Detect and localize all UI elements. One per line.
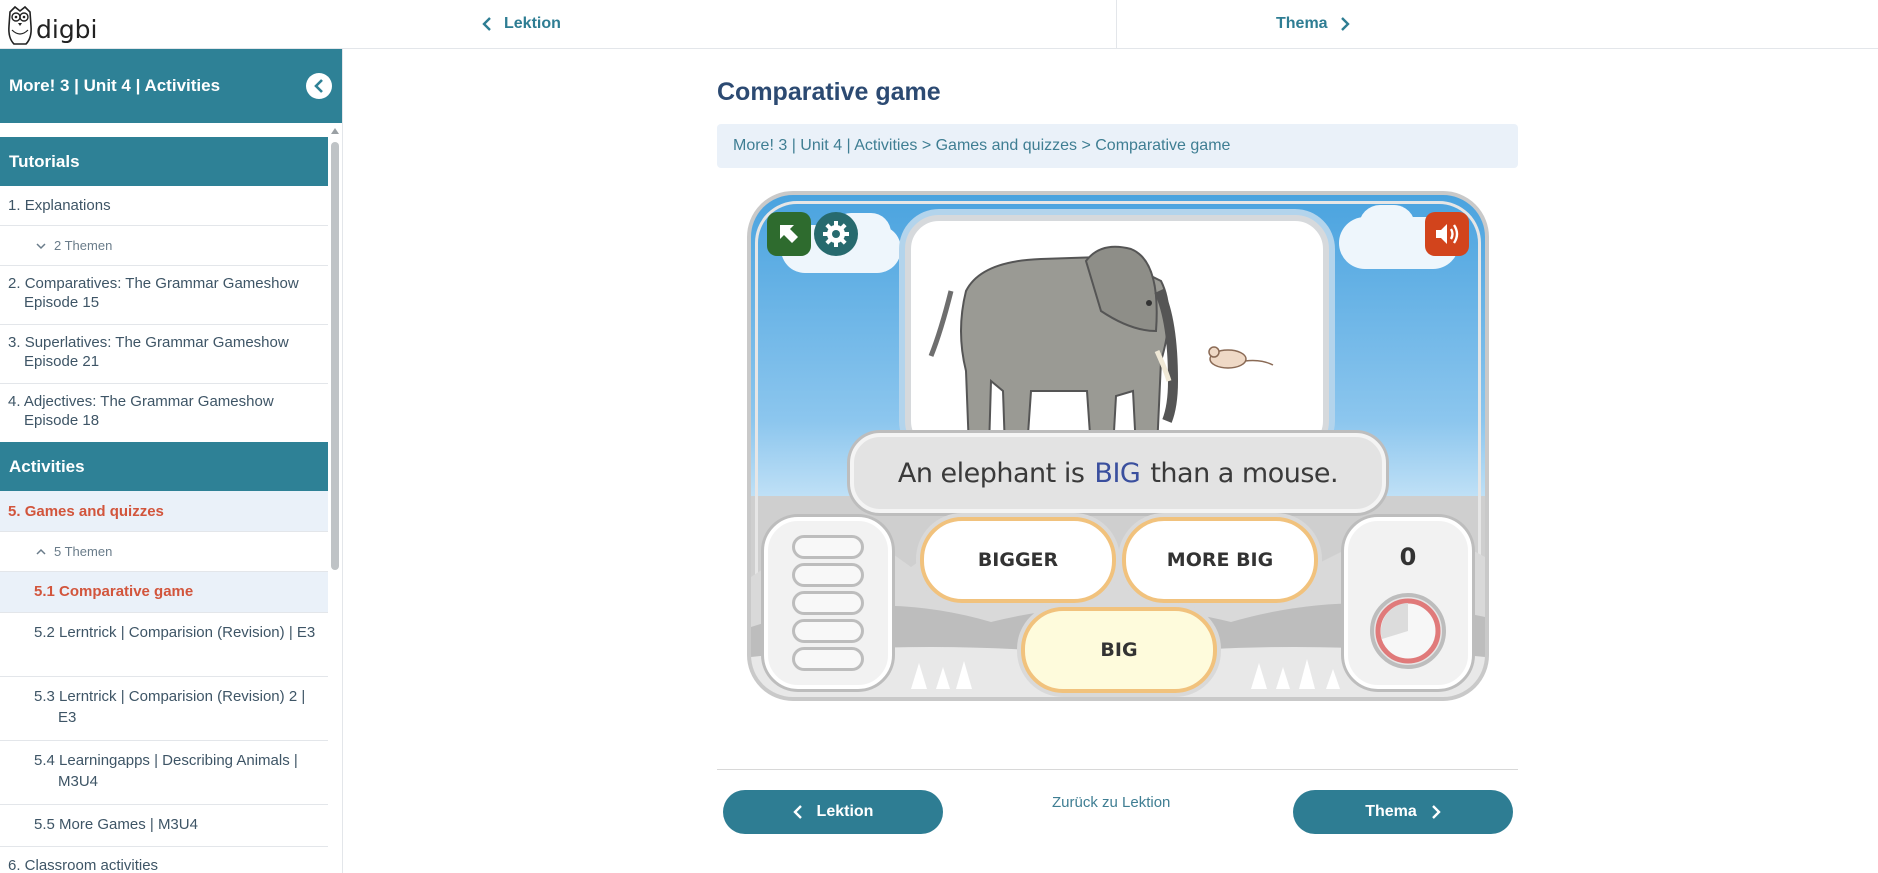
exit-fullscreen-button[interactable] [767,212,811,256]
themen-count: 5 Themen [54,544,113,559]
arrow-up-left-icon [780,225,798,243]
progress-slot [792,535,864,559]
score-value: 0 [1399,543,1417,571]
sidebar-item-adjectives[interactable]: 4. Adjectives: The Grammar Gameshow Epis… [0,384,328,442]
answer-button[interactable]: BIGGER [920,517,1116,603]
sidebar-list: Tutorials 1. Explanations 2 Themen 2. Co… [0,137,328,873]
sidebar-item-superlatives[interactable]: 3. Superlatives: The Grammar Gameshow Ep… [0,325,328,384]
expand-toggle-games[interactable]: 5 Themen [0,532,328,572]
next-topic-button[interactable]: Thema [1293,790,1513,834]
top-next-label: Thema [1276,15,1328,32]
sidebar-item-lerntrick-1[interactable]: 5.2 Lerntrick | Comparision (Revision) |… [0,613,328,677]
sidebar-item-explanations[interactable]: 1. Explanations [0,186,328,226]
section-activities: Activities [0,442,328,491]
sentence-end: than a mouse. [1150,457,1339,489]
collapse-sidebar-button[interactable] [306,73,332,99]
sidebar-item-label: 5.2 Lerntrick | Comparision (Revision) |… [34,624,316,641]
sidebar-item-comparative-game[interactable]: 5.1 Comparative game [0,572,328,613]
divider [717,769,1518,770]
elephant-mouse-image [928,245,1274,450]
sidebar-item-label: Explanations [24,197,111,214]
back-to-lesson-link[interactable]: Zurück zu Lektion [1052,794,1170,811]
sidebar-item-label: Comparatives: The Grammar Gameshow Episo… [24,275,299,311]
picture-card [905,215,1329,455]
sidebar-item-label: Games and quizzes [24,502,164,520]
top-next-link[interactable]: Thema [1276,0,1350,48]
timer-icon [1370,593,1446,669]
gear-icon [823,221,849,247]
sidebar-item-comparatives[interactable]: 2. Comparatives: The Grammar Gameshow Ep… [0,266,328,325]
mouse [1208,346,1274,369]
sidebar: More! 3 | Unit 4 | Activities Tutorials … [0,49,343,873]
chevron-left-icon [792,805,802,819]
sentence-start: An elephant is [897,457,1085,489]
speaker-icon [1436,224,1459,244]
digbi-logo[interactable]: digbi [6,2,98,46]
expand-toggle-explanations[interactable]: 2 Themen [0,226,328,266]
sidebar-item-label: Superlatives: The Grammar Gameshow Episo… [24,334,289,370]
chevron-down-icon [36,242,46,249]
sidebar-item-label: Adjectives: The Grammar Gameshow Episode… [23,393,274,429]
sidebar-title: More! 3 | Unit 4 | Activities [9,76,221,95]
progress-slot [792,619,864,643]
settings-button[interactable] [814,212,858,256]
chevron-right-icon [1431,805,1441,819]
top-divider [1116,0,1117,48]
chevron-right-icon [1340,17,1350,31]
chevron-up-icon [36,548,46,555]
progress-panel [764,517,892,689]
game-container[interactable]: An elephant is BIG than a mouse. BIGGER … [747,191,1489,701]
sidebar-item-classroom-activities[interactable]: 6. Classroom activities [0,847,328,873]
chevron-left-icon [482,17,491,31]
breadcrumb[interactable]: More! 3 | Unit 4 | Activities > Games an… [717,124,1518,168]
scroll-up-arrow[interactable] [331,128,339,134]
chevron-left-icon [314,79,323,93]
button-label: Thema [1365,803,1417,820]
question-sentence: An elephant is BIG than a mouse. [850,433,1386,513]
top-bar: digbi Lektion Thema [0,0,1878,49]
progress-slot [792,563,864,587]
sidebar-header: More! 3 | Unit 4 | Activities [0,49,342,123]
prev-lesson-button[interactable]: Lektion [723,790,943,834]
sidebar-item-label: 5.3 Lerntrick | Comparision (Revision) 2… [34,688,306,726]
page-title: Comparative game [717,78,941,106]
themen-count: 2 Themen [54,238,113,253]
sentence-blank: BIG [1094,457,1141,489]
progress-slot [792,591,864,615]
answer-button[interactable]: MORE BIG [1122,517,1318,603]
sound-button[interactable] [1425,212,1469,256]
sidebar-item-learningapps[interactable]: 5.4 Learningapps | Describing Animals | … [0,741,328,805]
sidebar-scrollbar[interactable] [331,142,339,570]
answer-button[interactable]: BIG [1021,607,1217,693]
top-prev-label: Lektion [504,15,561,32]
top-prev-link[interactable]: Lektion [482,0,561,48]
cloud [1359,205,1415,247]
sidebar-item-lerntrick-2[interactable]: 5.3 Lerntrick | Comparision (Revision) 2… [0,677,328,741]
section-tutorials: Tutorials [0,137,328,186]
score-panel: 0 [1344,517,1472,689]
logo-text: digbi [36,15,98,44]
sidebar-item-label: 5.4 Learningapps | Describing Animals | … [34,752,298,790]
sidebar-item-games-and-quizzes[interactable]: 5. Games and quizzes [0,491,328,532]
sidebar-item-more-games[interactable]: 5.5 More Games | M3U4 [0,805,328,847]
progress-slot [792,647,864,671]
button-label: Lektion [816,803,874,820]
owl-icon [8,5,32,45]
